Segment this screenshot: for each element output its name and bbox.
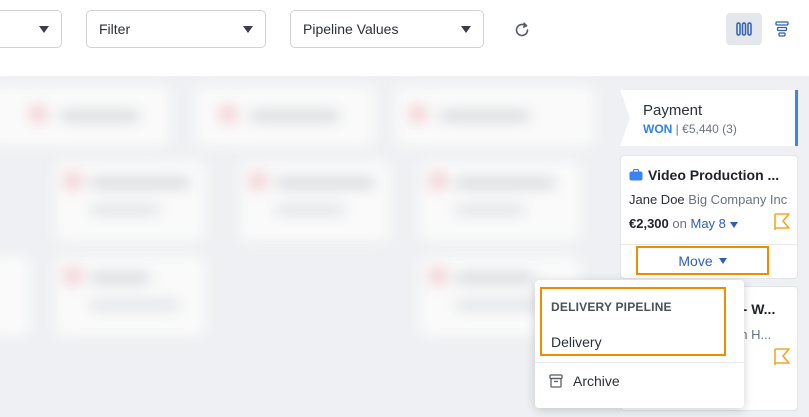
pipeline-group-heading: DELIVERY PIPELINE bbox=[551, 300, 672, 314]
refresh-icon[interactable] bbox=[512, 20, 532, 40]
on-label: on bbox=[672, 216, 687, 231]
deal-card[interactable]: Video Production ... Jane Doe Big Compan… bbox=[620, 155, 798, 279]
pipeline-values-select[interactable]: Pipeline Values bbox=[290, 10, 484, 48]
won-status: WON bbox=[643, 122, 673, 136]
deal-contact: Jane Doe Big Company Inc bbox=[629, 192, 787, 207]
filter-select[interactable]: Filter bbox=[86, 10, 266, 48]
deal-value-row: €2,300 on May 8 bbox=[629, 216, 738, 231]
person-name: Jane Doe bbox=[629, 192, 685, 207]
stage-arrow-notch bbox=[620, 90, 630, 146]
stage-summary: WON | €5,440 (3) bbox=[643, 122, 737, 136]
stacked-bars-icon bbox=[775, 21, 789, 37]
deal-amount: €2,300 bbox=[629, 216, 669, 231]
delivery-pipeline-group: DELIVERY PIPELINE Delivery bbox=[540, 287, 726, 356]
caret-down-icon bbox=[718, 257, 727, 264]
deal-title-row[interactable]: Video Production ... bbox=[629, 167, 779, 183]
menu-item-archive[interactable]: Archive bbox=[549, 373, 620, 389]
deal-date[interactable]: May 8 bbox=[690, 216, 725, 231]
archive-label: Archive bbox=[573, 373, 620, 389]
toolbar: Filter Pipeline Values bbox=[0, 0, 809, 76]
archive-icon bbox=[549, 374, 563, 388]
menu-divider bbox=[535, 362, 744, 363]
pipeline-select[interactable] bbox=[0, 10, 62, 48]
blurred-board-area bbox=[0, 76, 620, 417]
move-button[interactable]: Move bbox=[636, 246, 769, 275]
briefcase-icon bbox=[629, 169, 643, 181]
caret-down-icon bbox=[243, 26, 253, 33]
stage-header: Payment WON | €5,440 (3) bbox=[620, 90, 798, 146]
organization-name: Big Company Inc bbox=[688, 192, 788, 207]
filter-select-label: Filter bbox=[99, 21, 131, 37]
move-label: Move bbox=[678, 252, 713, 269]
pipeline-values-label: Pipeline Values bbox=[303, 21, 399, 37]
summary-separator: | bbox=[675, 122, 679, 136]
columns-icon bbox=[736, 22, 752, 36]
deal-title: Video Production ... bbox=[648, 167, 780, 183]
move-row: Move bbox=[621, 244, 797, 280]
board-view-button[interactable] bbox=[726, 13, 762, 45]
forecast-view-button[interactable] bbox=[764, 13, 800, 45]
menu-item-delivery[interactable]: Delivery bbox=[551, 334, 602, 350]
move-dropdown-menu: DELIVERY PIPELINE Delivery Archive bbox=[535, 280, 744, 408]
flag-icon[interactable] bbox=[773, 348, 791, 366]
stage-total: €5,440 (3) bbox=[682, 122, 737, 136]
stage-title: Payment bbox=[643, 102, 703, 119]
caret-down-icon bbox=[39, 26, 49, 33]
caret-down-icon bbox=[461, 26, 471, 33]
chevron-down-icon bbox=[729, 222, 738, 228]
flag-icon[interactable] bbox=[773, 213, 791, 231]
